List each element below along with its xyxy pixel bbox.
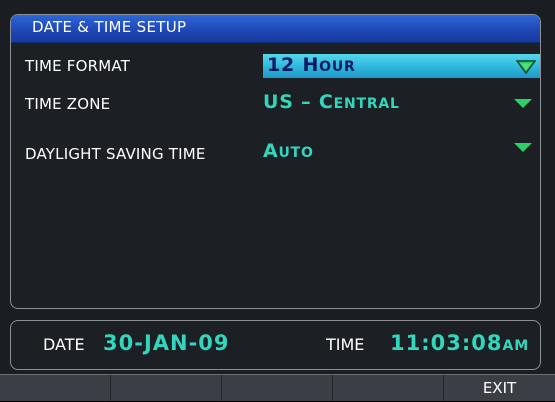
dropdown-arrow-icon[interactable] [514,99,532,108]
date-value: 30-JAN-09 [103,331,230,355]
mfd-screen: DATE & TIME SETUP TIME FORMAT 12 HOUR TI… [0,0,555,401]
panel-title-bar: DATE & TIME SETUP [11,15,540,43]
dropdown-arrow-icon[interactable] [516,60,536,74]
dropdown-arrow-icon[interactable] [514,143,532,152]
softkey-4[interactable] [333,375,444,401]
date-time-status-panel: DATE 30-JAN-09 TIME 11:03:08AM [10,320,541,370]
date-label: DATE [43,335,85,354]
time-format-label: TIME FORMAT [25,57,131,75]
panel-title: DATE & TIME SETUP [32,18,187,36]
time-format-field[interactable]: 12 HOUR [263,54,540,78]
time-format-value: 12 HOUR [267,54,356,76]
date-time-setup-panel: DATE & TIME SETUP TIME FORMAT 12 HOUR TI… [10,14,541,309]
softkey-2[interactable] [111,375,222,401]
time-value: 11:03:08AM [390,331,530,355]
time-label: TIME [326,335,365,354]
time-zone-label: TIME ZONE [25,95,111,113]
daylight-saving-time-label: DAYLIGHT SAVING TIME [25,145,206,163]
time-zone-value[interactable]: US – CENTRAL [263,91,400,113]
exit-softkey[interactable]: EXIT [444,375,555,401]
softkey-3[interactable] [222,375,333,401]
softkey-bar: EXIT [0,374,555,401]
daylight-saving-time-value[interactable]: AUTO [263,140,314,162]
softkey-1[interactable] [0,375,111,401]
